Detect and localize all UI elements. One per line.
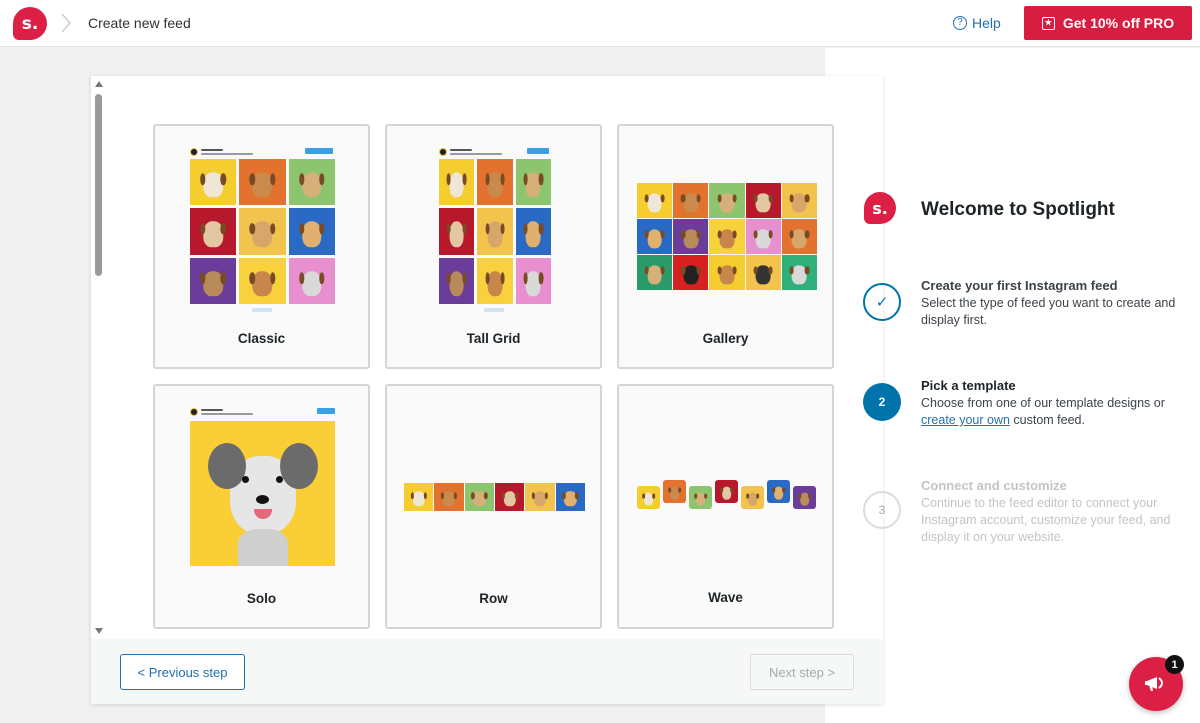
mini-load-more bbox=[252, 308, 272, 312]
template-label: Wave bbox=[708, 590, 743, 605]
mini-load-more bbox=[484, 308, 504, 312]
step-3-desc: Continue to the feed editor to connect y… bbox=[921, 496, 1171, 544]
scroll-thumb[interactable] bbox=[95, 94, 102, 276]
mini-follow-button bbox=[527, 148, 549, 154]
spotlight-logo-icon: s. bbox=[864, 192, 896, 224]
welcome-title: Welcome to Spotlight bbox=[921, 199, 1115, 220]
get-pro-label: Get 10% off PRO bbox=[1062, 15, 1175, 31]
mini-profile-header bbox=[439, 148, 502, 156]
mini-profile-header bbox=[190, 148, 253, 156]
mini-profile-header bbox=[190, 408, 253, 416]
chevron-right-icon bbox=[61, 13, 71, 33]
tall-grid-preview bbox=[439, 159, 551, 304]
classic-grid-preview bbox=[190, 159, 335, 304]
scroll-up-arrow-icon[interactable] bbox=[95, 81, 103, 87]
template-label: Gallery bbox=[702, 331, 749, 346]
gallery-preview bbox=[637, 183, 817, 290]
template-label: Row bbox=[479, 591, 508, 606]
template-card-solo[interactable]: Solo bbox=[153, 384, 370, 629]
help-link[interactable]: ? Help bbox=[953, 15, 1001, 31]
question-circle-icon: ? bbox=[953, 16, 967, 30]
template-label: Tall Grid bbox=[466, 331, 521, 346]
create-your-own-link[interactable]: create your own bbox=[921, 413, 1010, 427]
template-card-classic[interactable]: Classic bbox=[153, 124, 370, 369]
template-card-tall-grid[interactable]: Tall Grid bbox=[385, 124, 602, 369]
step-2-desc-after: custom feed. bbox=[1013, 413, 1085, 427]
step-1-desc: Select the type of feed you want to crea… bbox=[921, 296, 1176, 327]
modal-footer: < Previous step Next step > bbox=[91, 639, 883, 704]
step-3-title: Connect and customize bbox=[921, 478, 1067, 493]
page-title: Create new feed bbox=[88, 15, 191, 31]
template-picker-modal: Classic Tall Grid Gallery Solo Row Wave … bbox=[91, 76, 883, 704]
step-2-title: Pick a template bbox=[921, 378, 1016, 393]
step-2-desc-before: Choose from one of our template designs … bbox=[921, 396, 1165, 410]
previous-step-button[interactable]: < Previous step bbox=[120, 654, 245, 690]
top-bar: s. Create new feed ? Help ★ Get 10% off … bbox=[0, 0, 1200, 47]
template-card-row[interactable]: Row bbox=[385, 384, 602, 629]
template-card-wave[interactable]: Wave bbox=[617, 384, 834, 629]
mini-follow-button bbox=[305, 148, 333, 154]
step-3-marker: 3 bbox=[863, 491, 901, 529]
scrollbar[interactable] bbox=[91, 76, 107, 639]
help-label: Help bbox=[972, 15, 1001, 31]
get-pro-button[interactable]: ★ Get 10% off PRO bbox=[1024, 6, 1192, 40]
step-2-marker: 2 bbox=[863, 383, 901, 421]
row-preview bbox=[404, 483, 585, 511]
step-1-title: Create your first Instagram feed bbox=[921, 278, 1118, 293]
next-step-button[interactable]: Next step > bbox=[750, 654, 854, 690]
template-label: Classic bbox=[237, 331, 286, 346]
notification-count-badge: 1 bbox=[1165, 655, 1184, 674]
megaphone-icon bbox=[1145, 677, 1163, 691]
mini-follow-button bbox=[317, 408, 335, 414]
step-1-check-icon: ✓ bbox=[863, 283, 901, 321]
template-scroll-area: Classic Tall Grid Gallery Solo Row Wave bbox=[91, 76, 883, 639]
template-card-gallery[interactable]: Gallery bbox=[617, 124, 834, 369]
step-2-desc: Choose from one of our template designs … bbox=[921, 395, 1183, 429]
spotlight-logo-icon[interactable]: s. bbox=[13, 7, 47, 40]
template-label: Solo bbox=[246, 591, 277, 606]
star-badge-icon: ★ bbox=[1041, 16, 1055, 30]
solo-photo-preview bbox=[190, 421, 335, 566]
scroll-down-arrow-icon[interactable] bbox=[95, 628, 103, 634]
